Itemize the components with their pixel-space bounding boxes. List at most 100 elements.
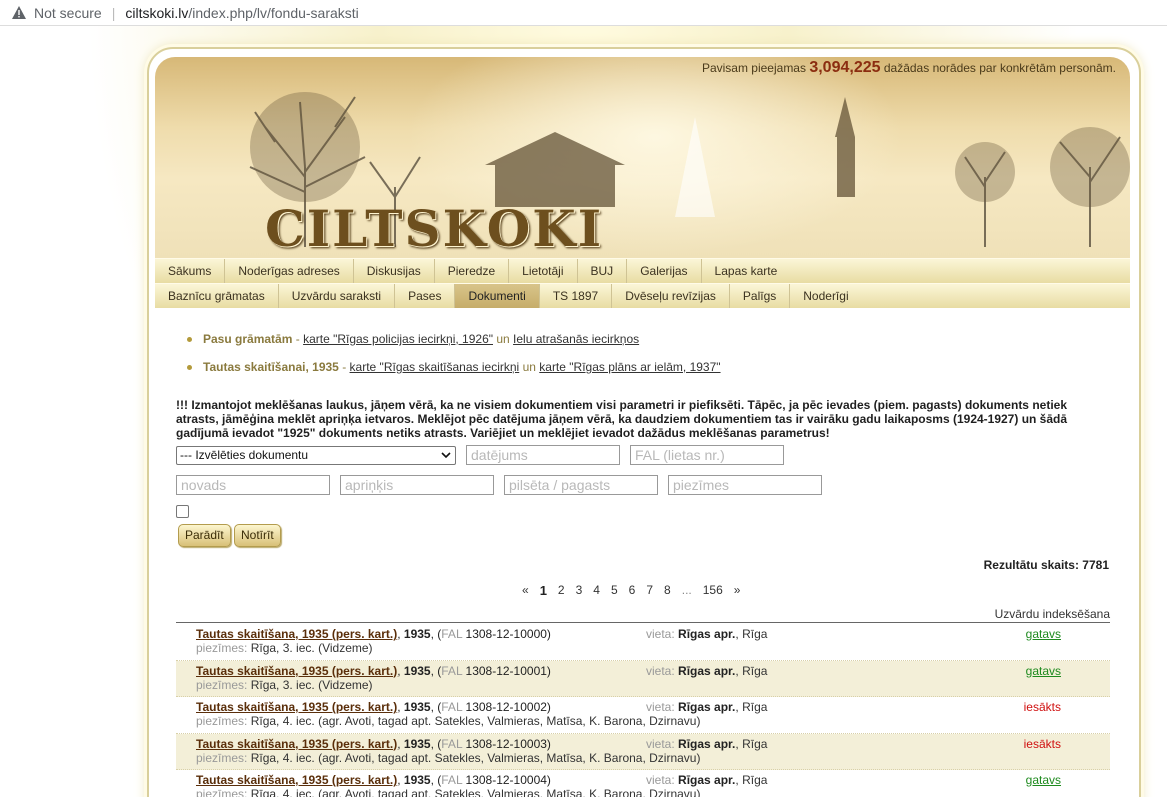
notes-label: piezīmes: bbox=[196, 714, 248, 728]
novads-input[interactable]: novads bbox=[176, 475, 330, 495]
row-location: vieta: Rīgas apr., Rīga bbox=[646, 773, 768, 787]
fal-label: FAL bbox=[441, 736, 463, 751]
pager-page[interactable]: 8 bbox=[664, 583, 671, 598]
row-city: Rīga bbox=[742, 700, 768, 714]
vieta-label: vieta: bbox=[646, 773, 675, 787]
pilseta-pagasts-input[interactable]: pilsēta / pagasts bbox=[504, 475, 658, 495]
nav-item-pieredze[interactable]: Pieredze bbox=[435, 259, 510, 283]
datejums-input[interactable]: datējums bbox=[466, 445, 620, 465]
map-link[interactable]: karte "Rīgas skaitīšanas iecirkņi bbox=[350, 360, 520, 374]
vieta-label: vieta: bbox=[646, 736, 675, 751]
pager-page-last[interactable]: 156 bbox=[703, 583, 723, 598]
vieta-label: vieta: bbox=[646, 627, 675, 641]
banner-tagline: Pavisam pieejamas 3,094,225 dažādas norā… bbox=[702, 59, 1116, 77]
map-link[interactable]: karte "Rīgas plāns ar ielām, 1937" bbox=[539, 360, 720, 374]
nav-item-dveselu-revizijas[interactable]: Dvēseļu revīzijas bbox=[612, 284, 730, 308]
notes-label: piezīmes: bbox=[196, 750, 248, 765]
pager-page[interactable]: 6 bbox=[629, 583, 636, 598]
document-select-value: --- Izvēlēties dokumentu bbox=[180, 448, 309, 462]
address-bar[interactable]: Not secure | ciltskoki.lv/index.php/lv/f… bbox=[0, 0, 1167, 26]
pager-page[interactable]: 4 bbox=[593, 583, 600, 598]
row-year: 1935 bbox=[403, 627, 431, 641]
chevron-down-icon bbox=[441, 447, 451, 470]
document-select[interactable]: --- Izvēlēties dokumentu bbox=[176, 446, 456, 465]
fal-label: FAL bbox=[441, 773, 463, 787]
nav-item-dokumenti[interactable]: Dokumenti bbox=[455, 284, 540, 308]
pager-ellipsis: ... bbox=[681, 583, 692, 597]
nav-item-uzvardu-saraksti[interactable]: Uzvārdu saraksti bbox=[279, 284, 396, 308]
table-row: Tautas skaitīšana, 1935 (pers. kart.), 1… bbox=[176, 733, 1110, 770]
nav-item-pases[interactable]: Pases bbox=[395, 284, 456, 308]
nav-item-noderigi[interactable]: Noderīgi bbox=[790, 284, 861, 308]
row-notes-text: Rīga, 3. iec. (Vidzeme) bbox=[250, 677, 373, 692]
status-link[interactable]: gatavs bbox=[1026, 664, 1061, 678]
row-year: 1935 bbox=[403, 663, 431, 678]
clear-button[interactable]: Notīrīt bbox=[234, 524, 281, 547]
url-text[interactable]: ciltskoki.lv/index.php/lv/fondu-saraksti bbox=[125, 5, 358, 21]
row-district: Rīgas apr. bbox=[678, 663, 736, 678]
fal-input[interactable]: FAL (lietas nr.) bbox=[630, 445, 784, 465]
table-row: Tautas skaitīšana, 1935 (pers. kart.), 1… bbox=[176, 697, 1110, 734]
link-label: Tautas skaitīšanai, 1935 bbox=[203, 360, 339, 374]
pager-page-current[interactable]: 1 bbox=[540, 583, 547, 598]
row-notes-text: Rīga, 4. iec. (agr. Avoti, tagad apt. Sa… bbox=[250, 787, 701, 797]
row-notes: piezīmes: Rīga, 3. iec. (Vidzeme) bbox=[196, 678, 373, 692]
pager-prev[interactable]: « bbox=[522, 583, 529, 598]
row-city: Rīga bbox=[742, 663, 768, 678]
nav-item-sakums[interactable]: Sākums bbox=[155, 259, 226, 283]
row-city: Rīga bbox=[742, 736, 768, 751]
nav-item-buj[interactable]: BUJ bbox=[578, 259, 628, 283]
row-notes: piezīmes: Rīga, 4. iec. (agr. Avoti, tag… bbox=[196, 751, 700, 765]
notes-label: piezīmes: bbox=[196, 641, 248, 655]
piezimes-input[interactable]: piezīmes bbox=[668, 475, 822, 495]
map-links-list: Pasu grāmatām - karte "Rīgas policijas i… bbox=[176, 330, 1111, 386]
row-district: Rīgas apr. bbox=[678, 700, 736, 714]
nav-item-lapas-karte[interactable]: Lapas karte bbox=[702, 259, 791, 283]
conjunction: un bbox=[522, 360, 536, 374]
results-count: Rezultātu skaits: 7781 bbox=[983, 558, 1109, 572]
pager-page[interactable]: 2 bbox=[558, 583, 565, 598]
filter-checkbox[interactable] bbox=[176, 505, 189, 518]
status-link[interactable]: gatavs bbox=[1026, 627, 1061, 641]
row-notes: piezīmes: Rīga, 4. iec. (agr. Avoti, tag… bbox=[196, 787, 700, 797]
nav-item-ts-1897[interactable]: TS 1897 bbox=[540, 284, 613, 308]
nav-item-diskusijas[interactable]: Diskusijas bbox=[354, 259, 435, 283]
status-text: iesākts bbox=[1023, 700, 1061, 714]
nav-item-noderigas-adreses[interactable]: Noderīgas adreses bbox=[225, 259, 354, 283]
pager-page[interactable]: 3 bbox=[576, 583, 583, 598]
table-row: Tautas skaitīšana, 1935 (pers. kart.), 1… bbox=[176, 770, 1110, 797]
security-label[interactable]: Not secure bbox=[34, 5, 102, 21]
status-link[interactable]: gatavs bbox=[1026, 773, 1061, 787]
document-link[interactable]: Tautas skaitīšana, 1935 (pers. kart.) bbox=[196, 773, 397, 787]
map-link[interactable]: Ielu atrašanās iecirkņos bbox=[513, 332, 639, 346]
fal-label: FAL bbox=[441, 700, 463, 714]
row-city: Rīga bbox=[742, 773, 768, 787]
pager-next[interactable]: » bbox=[734, 583, 741, 598]
nav-item-baznicu-gramatas[interactable]: Baznīcu grāmatas bbox=[155, 284, 279, 308]
row-notes: piezīmes: Rīga, 4. iec. (agr. Avoti, tag… bbox=[196, 714, 700, 728]
tagline-prefix: Pavisam pieejamas bbox=[701, 61, 806, 75]
nav-item-lietotaji[interactable]: Lietotāji bbox=[509, 259, 578, 283]
row-notes-text: Rīga, 3. iec. (Vidzeme) bbox=[250, 641, 373, 655]
nav-item-galerijas[interactable]: Galerijas bbox=[627, 259, 702, 283]
divider bbox=[176, 622, 1110, 623]
row-location: vieta: Rīgas apr., Rīga bbox=[646, 627, 768, 641]
main-nav: Sākums Noderīgas adreses Diskusijas Pier… bbox=[155, 258, 1130, 283]
document-link[interactable]: Tautas skaitīšana, 1935 (pers. kart.) bbox=[196, 737, 397, 751]
map-link[interactable]: karte "Rīgas policijas iecirkņi, 1926" bbox=[303, 332, 493, 346]
document-link[interactable]: Tautas skaitīšana, 1935 (pers. kart.) bbox=[196, 700, 397, 714]
document-link[interactable]: Tautas skaitīšana, 1935 (pers. kart.) bbox=[196, 627, 397, 641]
results-list: Tautas skaitīšana, 1935 (pers. kart.), 1… bbox=[176, 624, 1110, 797]
aprinkis-input[interactable]: apriņķis bbox=[340, 475, 494, 495]
nav-item-paligs[interactable]: Palīgs bbox=[730, 284, 791, 308]
site-logo[interactable]: CILTSKOKI bbox=[265, 199, 603, 258]
search-warning: !!! Izmantojot meklēšanas laukus, jāņem … bbox=[176, 398, 1068, 440]
notes-label: piezīmes: bbox=[196, 787, 248, 797]
document-link[interactable]: Tautas skaitīšana, 1935 (pers. kart.) bbox=[196, 664, 397, 678]
notes-label: piezīmes: bbox=[196, 677, 248, 692]
list-item: Tautas skaitīšanai, 1935 - karte "Rīgas … bbox=[186, 358, 1111, 386]
warning-triangle-icon[interactable] bbox=[12, 6, 26, 20]
pager-page[interactable]: 7 bbox=[646, 583, 653, 598]
show-button[interactable]: Parādīt bbox=[178, 524, 231, 547]
pager-page[interactable]: 5 bbox=[611, 583, 618, 598]
